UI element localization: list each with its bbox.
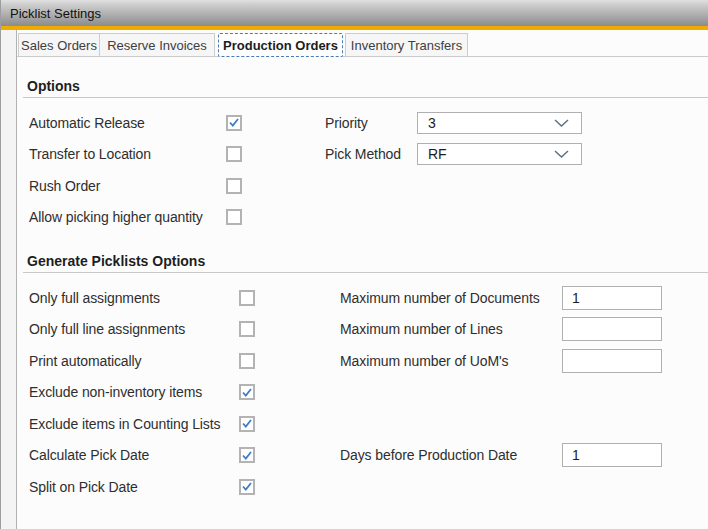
settings-row: Only full line assignments Maximum number… xyxy=(17,314,708,346)
checkbox-allow-picking-higher-quantity[interactable] xyxy=(226,209,242,225)
dropdown-priority[interactable]: 3 xyxy=(417,112,582,134)
tab-reserve-invoices[interactable]: Reserve Invoices xyxy=(99,33,215,56)
section-title-options: Options xyxy=(27,78,708,95)
content-area: Sales Orders Reserve Invoices Production O… xyxy=(17,30,708,529)
settings-row: Exclude non-inventory items xyxy=(17,377,708,409)
label-pick-method: Pick Method xyxy=(325,146,417,162)
settings-row: Calculate Pick Date Days before Productio… xyxy=(17,440,708,472)
label-maximum-number-of-documents: Maximum number of Documents xyxy=(340,290,562,306)
tab-inventory-transfers[interactable]: Inventory Transfers xyxy=(345,33,468,56)
tab-sales-orders[interactable]: Sales Orders xyxy=(18,33,100,56)
settings-row: Rush Order xyxy=(17,170,708,202)
dropdown-value: 3 xyxy=(428,115,554,131)
dropdown-pick-method[interactable]: RF xyxy=(417,143,582,165)
picklist-settings-window: Picklist Settings Sales Orders Reserve In… xyxy=(0,0,708,529)
settings-row: Transfer to Location Pick Method RF xyxy=(17,139,708,171)
checkbox-rush-order[interactable] xyxy=(226,178,242,194)
label-maximum-number-of-lines: Maximum number of Lines xyxy=(340,321,562,337)
settings-row: Only full assignments Maximum number of D… xyxy=(17,282,708,314)
label-only-full-assignments: Only full assignments xyxy=(29,290,239,306)
window-titlebar[interactable]: Picklist Settings xyxy=(0,0,708,26)
label-exclude-items-in-counting-lists: Exclude items in Counting Lists xyxy=(29,416,239,432)
window-left-border xyxy=(0,0,1,529)
settings-row: Exclude items in Counting Lists xyxy=(17,408,708,440)
tab-label: Reserve Invoices xyxy=(107,38,207,53)
label-print-automatically: Print automatically xyxy=(29,353,239,369)
label-rush-order: Rush Order xyxy=(29,178,226,194)
input-days-before-production-date[interactable] xyxy=(562,443,662,467)
checkbox-exclude-non-inventory-items[interactable] xyxy=(239,384,255,400)
dropdown-value: RF xyxy=(428,146,554,162)
window-body: Sales Orders Reserve Invoices Production O… xyxy=(0,30,708,529)
input-maximum-number-of-uom-s[interactable] xyxy=(562,349,662,373)
checkbox-only-full-assignments[interactable] xyxy=(239,290,255,306)
settings-row: Allow picking higher quantity xyxy=(17,202,708,234)
label-priority: Priority xyxy=(325,115,417,131)
label-allow-picking-higher-quantity: Allow picking higher quantity xyxy=(29,209,226,225)
section-title-generate: Generate Picklists Options xyxy=(27,253,708,270)
label-only-full-line-assignments: Only full line assignments xyxy=(29,321,239,337)
tab-label: Inventory Transfers xyxy=(351,38,462,53)
checkbox-automatic-release[interactable] xyxy=(226,115,242,131)
tab-label: Production Orders xyxy=(223,38,338,53)
label-maximum-number-of-uom-s: Maximum number of UoM's xyxy=(340,353,562,369)
label-transfer-to-location: Transfer to Location xyxy=(29,146,226,162)
label-days-before-production-date: Days before Production Date xyxy=(340,447,562,463)
checkmark-icon xyxy=(242,451,252,460)
label-calculate-pick-date: Calculate Pick Date xyxy=(29,447,239,463)
label-automatic-release: Automatic Release xyxy=(29,115,226,131)
checkbox-only-full-line-assignments[interactable] xyxy=(239,321,255,337)
label-exclude-non-inventory-items: Exclude non-inventory items xyxy=(29,384,239,400)
label-split-on-pick-date: Split on Pick Date xyxy=(29,479,239,495)
checkbox-exclude-items-in-counting-lists[interactable] xyxy=(239,416,255,432)
chevron-down-icon xyxy=(554,119,569,127)
tab-production-orders[interactable]: Production Orders xyxy=(218,33,343,57)
input-maximum-number-of-lines[interactable] xyxy=(562,317,662,341)
input-maximum-number-of-documents[interactable] xyxy=(562,286,662,310)
settings-row: Print automatically Maximum number of UoM… xyxy=(17,345,708,377)
settings-row: Automatic Release Priority 3 xyxy=(17,107,708,139)
checkmark-icon xyxy=(242,482,252,491)
checkmark-icon xyxy=(242,388,252,397)
tab-strip: Sales Orders Reserve Invoices Production O… xyxy=(17,33,708,57)
checkmark-icon xyxy=(229,118,239,127)
settings-row: Split on Pick Date xyxy=(17,471,708,503)
window-title: Picklist Settings xyxy=(0,1,708,26)
checkmark-icon xyxy=(242,419,252,428)
checkbox-split-on-pick-date[interactable] xyxy=(239,479,255,495)
tab-label: Sales Orders xyxy=(21,38,97,53)
checkbox-calculate-pick-date[interactable] xyxy=(239,447,255,463)
left-frame-strip xyxy=(1,30,17,529)
chevron-down-icon xyxy=(554,150,569,158)
checkbox-print-automatically[interactable] xyxy=(239,353,255,369)
checkbox-transfer-to-location[interactable] xyxy=(226,146,242,162)
